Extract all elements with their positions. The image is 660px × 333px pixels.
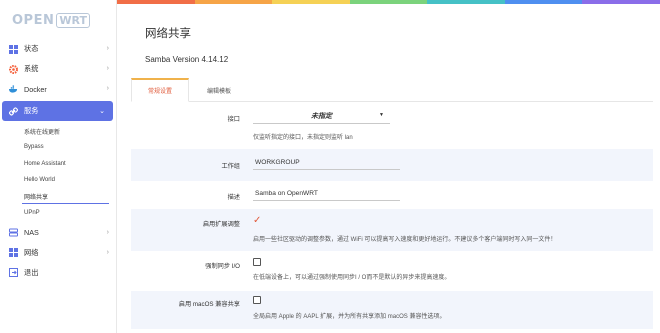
workgroup-input[interactable] [253,155,400,170]
dropdown-caret-icon: ▼ [379,112,384,118]
sidebar-item-label: 退出 [24,267,39,277]
form-row-description: 描述 [131,182,653,212]
sidebar-subitem-upnp[interactable]: UPnP [0,204,117,220]
sidebar-item-label: Docker [24,84,47,94]
chevron-right-icon: › [106,65,109,72]
logo-wrt-text: WRT [56,12,90,28]
sidebar-nav: 状态 › 系统 › Docker › 服务 ⌄ 系统在线更新 Bypass Ho… [0,39,117,283]
macos-compat-checkbox[interactable] [253,296,261,304]
form-row-macos-compat: 启用 macOS 兼容共享 全局启用 Apple 的 AAPL 扩展，并为所有共… [131,291,653,329]
extension-tuning-checkbox[interactable]: ✓ [253,215,261,226]
extension-tuning-label: 启用扩展调整 [202,221,240,228]
extension-tuning-description: 启用一些社区驱动的调整参数，通过 WiFi 可以提高写入速度和更好地运行。不建议… [253,237,557,243]
interface-select-value: 未指定 [311,113,332,120]
nas-icon [9,228,18,237]
force-sync-io-description: 在低端设备上，可以通过强制使用同步I / O而不是默认的异步来提高速度。 [253,275,451,281]
macos-compat-label: 启用 macOS 兼容共享 [178,301,240,308]
samba-version: Samba Version 4.14.12 [145,55,229,64]
interface-select[interactable]: 未指定 ▼ [253,109,390,124]
system-gear-icon [9,64,18,74]
sidebar-item-docker[interactable]: Docker › [0,79,117,99]
sidebar-item-status[interactable]: 状态 › [0,39,117,59]
workgroup-label: 工作组 [221,163,240,170]
sidebar-item-label: 网络 [24,247,39,257]
page-title: 网络共享 [145,28,191,40]
chevron-down-icon: ⌄ [99,108,105,115]
form-row-force-sync-io: 强制同步 I/O 在低端设备上，可以通过强制使用同步I / O而不是默认的异步来… [131,252,653,290]
interface-label: 接口 [227,116,240,123]
sidebar-subitem-home-assistant[interactable]: Home Assistant [0,156,117,172]
sidebar-item-logout[interactable]: 退出 [0,263,117,283]
sidebar-item-label: 系统 [24,64,39,73]
chevron-right-icon: › [106,228,109,236]
status-icon [9,44,18,54]
form-row-workgroup: 工作组 [131,149,653,181]
logout-icon [9,268,18,278]
sidebar-subitem-online-update[interactable]: 系统在线更新 [0,123,117,139]
description-label: 描述 [227,194,240,201]
description-input[interactable] [253,186,400,201]
sidebar-subitem-hello-world[interactable]: Hello World [0,172,117,188]
services-link-icon [9,106,18,116]
sidebar-item-system[interactable]: 系统 › [0,59,117,79]
interface-select-wrap: 未指定 ▼ [253,109,390,124]
docker-icon [9,85,18,94]
sidebar-item-network[interactable]: 网络 › [0,243,117,263]
form-row-extension-tuning: 启用扩展调整 ✓ 启用一些社区驱动的调整参数，通过 WiFi 可以提高写入速度和… [131,209,653,251]
force-sync-io-label: 强制同步 I/O [205,263,240,270]
chevron-right-icon: › [106,45,109,52]
tab-edit-template[interactable]: 编辑模板 [195,78,243,102]
macos-compat-description: 全局启用 Apple 的 AAPL 扩展，并为所有共享添加 macOS 兼容性选… [253,314,446,320]
interface-description: 仅监听指定的接口，未指定则监听 lan [253,135,353,141]
sidebar: OPEN WRT 状态 › 系统 › Docker › 服务 ⌄ 系统在线更新 … [0,0,117,333]
main-content: 网络共享 Samba Version 4.14.12 常规设置 编辑模板 接口 … [117,4,660,333]
sidebar-item-label: 状态 [24,44,39,53]
sidebar-item-services[interactable]: 服务 ⌄ [2,101,113,121]
openwrt-logo[interactable]: OPEN WRT [12,12,90,28]
tab-bar: 常规设置 编辑模板 [131,78,653,102]
sidebar-item-label: NAS [24,228,39,238]
force-sync-io-checkbox[interactable] [253,258,261,266]
logo-open-text: OPEN [12,12,55,28]
chevron-right-icon: › [106,248,109,256]
sidebar-subitem-network-share[interactable]: 网络共享 [0,188,117,205]
form-row-interface: 接口 未指定 ▼ 仅监听指定的接口，未指定则监听 lan [131,104,653,146]
sidebar-item-nas[interactable]: NAS › [0,223,117,243]
chevron-right-icon: › [106,85,109,92]
tab-general-settings[interactable]: 常规设置 [131,78,189,102]
sidebar-item-label: 服务 [24,106,39,115]
network-icon [9,248,18,258]
sidebar-subitem-bypass[interactable]: Bypass [0,139,117,155]
